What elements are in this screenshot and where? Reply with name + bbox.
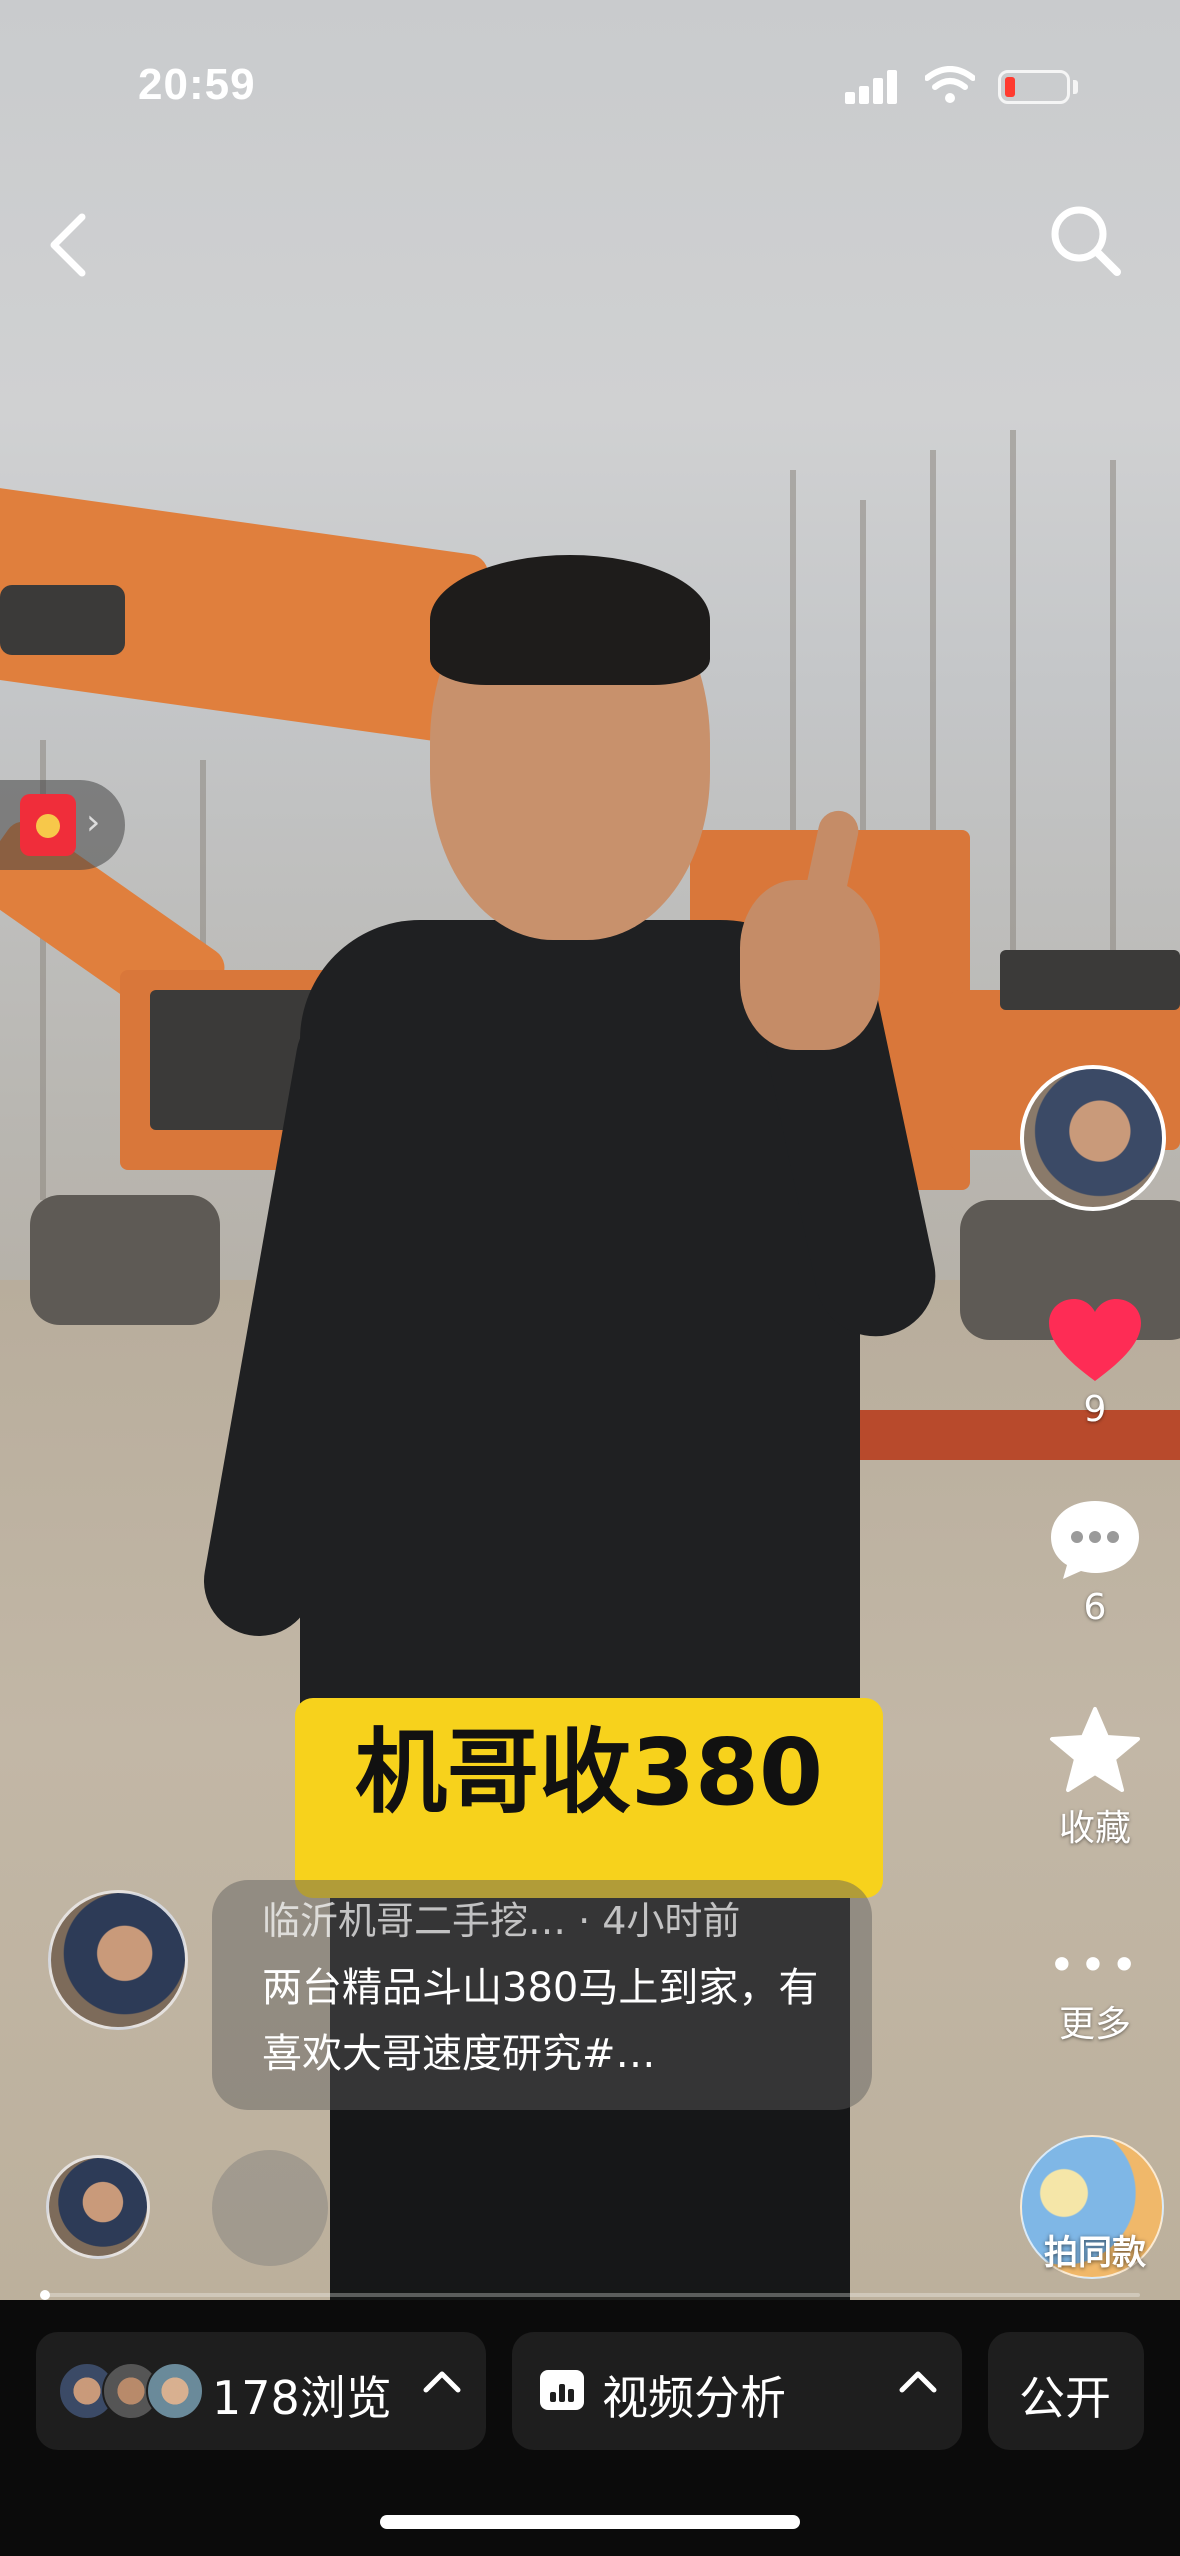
tree [1010, 430, 1016, 970]
heart-icon [1049, 1299, 1141, 1381]
visibility-label: 公开 [1019, 2371, 1111, 2425]
star-icon [1050, 1707, 1140, 1792]
chevron-left-icon [50, 213, 86, 277]
creator-avatar[interactable] [1020, 1065, 1166, 1211]
bar-chart-icon [540, 2370, 584, 2410]
favorite-label: 收藏 [1058, 1808, 1131, 1849]
comment-action[interactable]: 6 [1040, 1495, 1150, 1628]
favorite-action[interactable]: 收藏 [1040, 1705, 1150, 1851]
author-avatar[interactable] [48, 1890, 188, 2030]
home-indicator[interactable] [380, 2515, 800, 2529]
views-label: 178浏览 [212, 2371, 392, 2425]
more-label: 更多 [1058, 2004, 1131, 2045]
chevron-right-icon: › [86, 802, 101, 843]
red-envelope-icon [20, 794, 76, 856]
like-action[interactable]: 9 [1040, 1295, 1150, 1430]
status-time: 20:59 [138, 60, 256, 109]
chevron-up-icon [899, 2371, 937, 2393]
search-icon [1051, 206, 1121, 276]
more-action[interactable]: ••• 更多 [1040, 1935, 1150, 2047]
excavator-track [30, 1195, 220, 1325]
back-button[interactable] [40, 205, 100, 285]
progress-handle[interactable] [40, 2290, 50, 2300]
red-packet-entry[interactable]: › [0, 780, 125, 870]
chevron-up-icon [423, 2371, 461, 2393]
like-count: 9 [1083, 1389, 1107, 1430]
battery-tip [1073, 80, 1078, 94]
tree [1110, 460, 1116, 960]
engine-cover [1000, 950, 1180, 1010]
post-description: 两台精品斗山380马上到家，有喜欢大哥速度研究#… [262, 1965, 819, 2077]
signal-icon [845, 70, 905, 104]
battery-icon [998, 70, 1070, 104]
viewer-avatar[interactable] [46, 2155, 150, 2259]
comment-icon [1051, 1501, 1139, 1579]
video-caption: 机哥收380 [354, 1719, 824, 1826]
wifi-icon [925, 66, 975, 103]
placeholder-circle [212, 2150, 328, 2266]
person-hair [430, 555, 710, 685]
more-dots-icon: ••• [1048, 1938, 1142, 1992]
post-author-time: 临沂机哥二手挖… · 4小时前 [262, 1899, 741, 1943]
excavator-brand-plate [0, 585, 125, 655]
search-button[interactable] [1045, 200, 1125, 280]
viewer-mini-avatar [146, 2362, 204, 2420]
comment-count: 6 [1083, 1587, 1107, 1628]
video-analysis-label: 视频分析 [602, 2371, 786, 2425]
same-style-label[interactable]: 拍同款 [1030, 2225, 1160, 2274]
video-progress-bar[interactable] [40, 2293, 1140, 2297]
